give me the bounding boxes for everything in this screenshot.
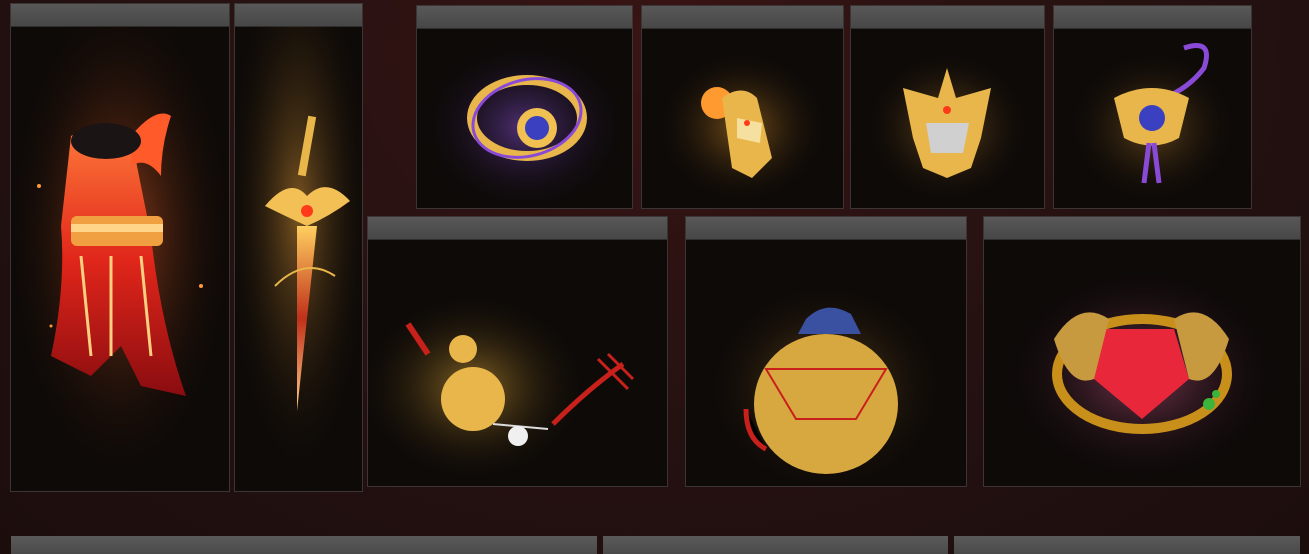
item-card-helmet[interactable] bbox=[850, 5, 1045, 209]
item-card-header bbox=[11, 4, 229, 27]
item-card-armor[interactable] bbox=[10, 3, 230, 492]
item-card-ring[interactable] bbox=[983, 216, 1301, 487]
golden-amulet-icon bbox=[1054, 28, 1251, 208]
item-card-amulet[interactable] bbox=[1053, 5, 1252, 209]
item-card-header bbox=[417, 6, 632, 29]
golden-pouch-icon bbox=[686, 239, 966, 486]
item-card-header bbox=[1054, 6, 1251, 29]
golden-helmet-icon bbox=[851, 28, 1044, 208]
bottom-slot-header bbox=[11, 536, 597, 554]
red-robe-armor-icon bbox=[11, 26, 229, 491]
item-card-header bbox=[686, 217, 966, 240]
item-card-gauntlet[interactable] bbox=[641, 5, 844, 209]
golden-gauntlet-icon bbox=[642, 28, 843, 208]
item-card-header bbox=[642, 6, 843, 29]
golden-bracelet-icon bbox=[417, 28, 632, 208]
item-card-header bbox=[851, 6, 1044, 29]
item-card-header bbox=[235, 4, 362, 27]
item-card-pouch[interactable] bbox=[685, 216, 967, 487]
golden-sword-icon bbox=[235, 26, 362, 491]
bottom-slot-header bbox=[954, 536, 1300, 554]
item-card-header bbox=[984, 217, 1300, 240]
item-card-header bbox=[368, 217, 667, 240]
item-card-bracelet[interactable] bbox=[416, 5, 633, 209]
golden-gourd-charm-icon bbox=[368, 239, 667, 486]
bottom-slot-header bbox=[603, 536, 948, 554]
item-card-gourd[interactable] bbox=[367, 216, 668, 487]
item-card-sword[interactable] bbox=[234, 3, 363, 492]
dragon-ring-icon bbox=[984, 239, 1300, 486]
